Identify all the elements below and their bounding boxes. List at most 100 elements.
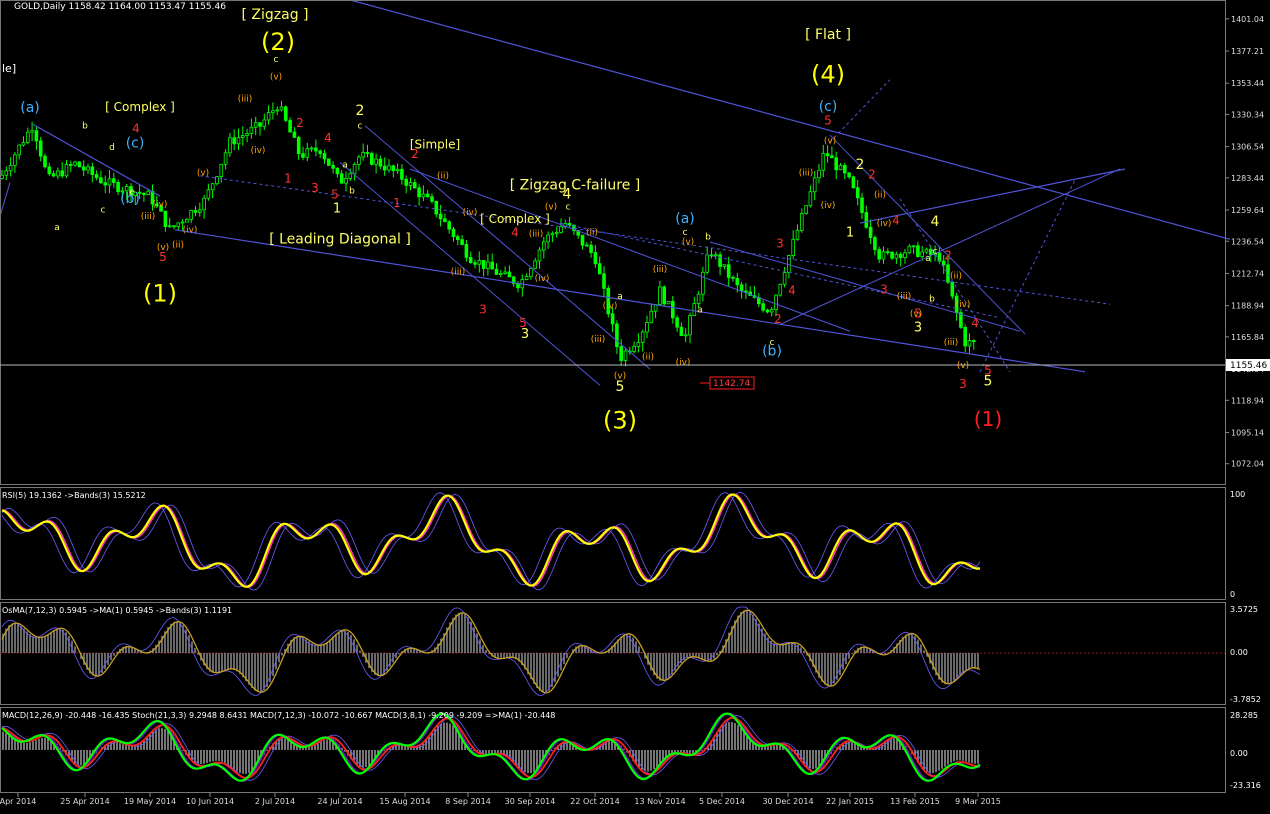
candle-body (90, 166, 95, 175)
candle-body (546, 234, 550, 243)
candle-body (894, 253, 899, 259)
candle-body (262, 119, 267, 127)
candle-body (391, 165, 396, 172)
candle-body (739, 284, 744, 292)
wave-label: (iv) (251, 146, 266, 156)
price-tick-label: 1188.94 (1231, 302, 1264, 311)
candle-body (632, 346, 636, 352)
wave-label: 5 (519, 316, 527, 330)
time-tick-label: 30 Dec 2014 (762, 797, 813, 806)
wave-label: (2) (261, 28, 295, 56)
candle-body (47, 166, 52, 175)
wave-label: (ii) (437, 171, 449, 181)
time-tick-label: 15 Aug 2014 (379, 797, 430, 806)
candle-body (615, 323, 619, 348)
candle-body (898, 253, 903, 258)
wave-label: 4 (892, 213, 900, 227)
price-tick-label: 1377.21 (1231, 47, 1264, 56)
candle-body (838, 165, 843, 171)
wave-label: c (683, 228, 688, 238)
candle-body (387, 165, 391, 171)
candle-body (116, 182, 120, 192)
wave-label: a (617, 292, 623, 302)
price-tick-label: 1095.14 (1231, 428, 1264, 437)
wave-label: 1 (333, 201, 341, 216)
wave-label: a (697, 305, 703, 315)
price-tick-label: 1353.44 (1231, 79, 1264, 88)
candle-body (245, 133, 249, 136)
wave-label: (iv) (535, 274, 550, 284)
wave-label: (iii) (897, 292, 912, 302)
wave-label: (v) (682, 238, 694, 248)
candle-body (253, 122, 258, 128)
candle-body (636, 342, 641, 347)
time-tick-label: 10 Jun 2014 (186, 797, 234, 806)
candle-body (279, 106, 284, 111)
candle-body (602, 273, 606, 289)
wave-label: 4 (511, 226, 519, 240)
wave-label: 4 (971, 316, 979, 330)
candle-body (559, 226, 563, 233)
wave-label: (3) (603, 407, 637, 435)
candle-body (94, 174, 99, 179)
candle-body (365, 152, 370, 154)
candle-body (318, 150, 322, 154)
wave-label: 2 (356, 103, 365, 119)
candle-body (972, 340, 976, 343)
candle-body (408, 182, 413, 186)
macd-header: MACD(12,26,9) -20.448 -16.435 Stoch(21,3… (2, 711, 555, 720)
candle-body (701, 271, 705, 295)
price-tick-label: 1212.74 (1231, 269, 1264, 278)
candle-body (623, 350, 628, 361)
candle-body (249, 126, 254, 134)
candle-body (38, 140, 43, 157)
candle-body (176, 222, 181, 227)
candle-body (223, 152, 228, 165)
candle-body (60, 170, 64, 177)
candle-body (301, 153, 305, 158)
candle-body (275, 109, 279, 112)
wave-label: (v) (614, 372, 626, 382)
time-tick-label: 19 May 2014 (124, 797, 176, 806)
candle-body (662, 286, 666, 305)
wave-label: (iv) (877, 219, 892, 229)
candle-body (821, 153, 826, 171)
candle-body (322, 153, 327, 160)
time-tick-label: 22 Jan 2015 (826, 797, 874, 806)
candle-body (142, 192, 146, 195)
wave-label: a (925, 254, 931, 264)
candle-body (283, 106, 288, 121)
candle-body (765, 309, 770, 313)
candle-body (825, 153, 830, 157)
candle-body (705, 254, 709, 273)
price-axis: 1401.04 1377.21 1353.44 1330.34 1306.54 1283.… (1225, 15, 1264, 469)
candle-body (404, 178, 408, 186)
wave-label: (v) (157, 243, 169, 253)
wave-label: (ii) (950, 272, 962, 282)
candle-body (542, 241, 546, 251)
candle-body (731, 277, 735, 279)
candle-body (185, 218, 189, 223)
candle-body (236, 136, 241, 145)
candle-body (924, 248, 929, 253)
wave-label: 2 (944, 249, 952, 263)
gold-daily-chart[interactable]: [ Zigzag ] (2) [ Flat ] (4) (1) (3) (1) [ Compl… (0, 0, 1270, 814)
candle-body (585, 244, 589, 247)
wave-label: d (109, 143, 115, 153)
candle-body (817, 169, 821, 179)
candle-body (873, 237, 877, 251)
wave-label: c (358, 121, 363, 131)
candle-body (189, 210, 194, 220)
candle-body (800, 213, 804, 231)
candle-body (610, 313, 615, 325)
wave-label: 4 (931, 214, 940, 230)
wave-label: (c) (126, 135, 145, 151)
candle-body (782, 272, 787, 285)
candle-body (232, 137, 237, 145)
wave-label: b (82, 121, 88, 131)
rsi-header: RSI(5) 19.1362 ->Bands(3) 15.5212 (2, 491, 146, 500)
candle-body (916, 245, 920, 257)
wave-label: 3 (311, 181, 319, 195)
candle-body (81, 166, 86, 171)
candle-body (967, 340, 972, 347)
